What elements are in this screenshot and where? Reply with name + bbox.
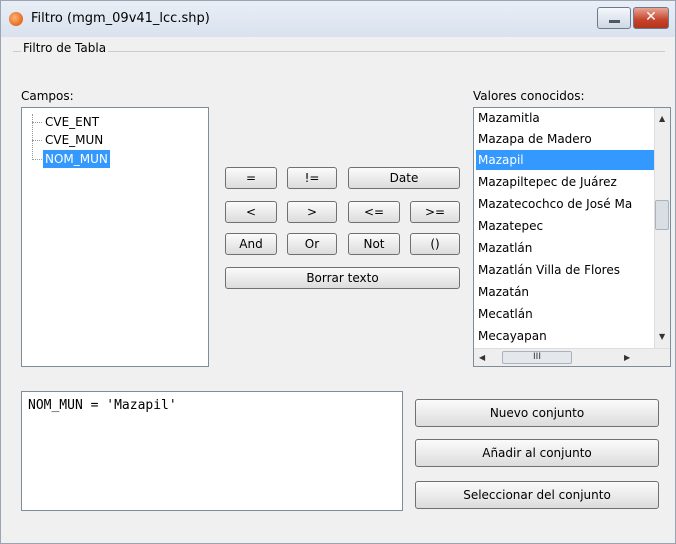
value-item[interactable]: Mazatepec [476, 216, 656, 236]
value-item[interactable]: Mazapa de Madero [476, 129, 656, 149]
and-button[interactable]: And [225, 233, 277, 255]
values-label: Valores conocidos: [473, 89, 585, 103]
value-item[interactable]: Mazatecochco de José Ma [476, 194, 656, 214]
vertical-scroll-thumb[interactable] [655, 200, 669, 230]
fields-label: Campos: [21, 89, 74, 103]
field-item-nom-mun[interactable]: NOM_MUN [43, 150, 110, 168]
parentheses-button[interactable]: () [410, 233, 460, 255]
query-textarea[interactable]: NOM_MUN = 'Mazapil' [21, 391, 403, 511]
add-to-set-button[interactable]: Añadir al conjunto [415, 439, 659, 467]
tree-branch [32, 159, 42, 161]
field-item-cve-mun[interactable]: CVE_MUN [43, 131, 105, 149]
minimize-button[interactable] [597, 7, 631, 29]
value-item[interactable]: Mecayapan [476, 326, 656, 346]
value-item[interactable]: Mazapiltepec de Juárez [476, 172, 656, 192]
group-divider [13, 51, 665, 52]
greater-equal-button[interactable]: >= [410, 201, 460, 223]
window-title: Filtro (mgm_09v41_lcc.shp) [31, 11, 210, 26]
filter-dialog: Filtro (mgm_09v41_lcc.shp) ✕ Filtro de T… [0, 0, 676, 544]
greater-than-button[interactable]: > [287, 201, 337, 223]
select-from-set-button[interactable]: Seleccionar del conjunto [415, 481, 659, 509]
scroll-right-icon[interactable]: ▶ [624, 353, 630, 362]
horizontal-scrollbar[interactable]: ◀ III ▶ [474, 348, 670, 366]
app-icon [9, 12, 23, 26]
less-than-button[interactable]: < [225, 201, 277, 223]
scroll-left-icon[interactable]: ◀ [479, 353, 485, 362]
known-values-list[interactable]: Mazamitla Mazapa de Madero Mazapil Mazap… [473, 107, 671, 367]
tree-line [32, 114, 34, 160]
tree-branch [32, 140, 42, 142]
new-set-button[interactable]: Nuevo conjunto [415, 399, 659, 427]
not-button[interactable]: Not [348, 233, 400, 255]
less-equal-button[interactable]: <= [348, 201, 400, 223]
scroll-up-icon[interactable]: ▲ [659, 114, 665, 123]
close-icon: ✕ [645, 9, 657, 25]
field-item-cve-ent[interactable]: CVE_ENT [43, 113, 101, 131]
clear-text-button[interactable]: Borrar texto [225, 267, 460, 289]
not-equals-button[interactable]: != [287, 167, 337, 189]
vertical-scrollbar[interactable]: ▲ ▼ [654, 108, 670, 348]
scroll-down-icon[interactable]: ▼ [659, 332, 665, 341]
title-bar: Filtro (mgm_09v41_lcc.shp) ✕ [1, 1, 675, 37]
value-item[interactable]: Mazatán [476, 282, 656, 302]
value-item-selected[interactable]: Mazapil [476, 150, 656, 170]
value-item[interactable]: Mazatlán [476, 238, 656, 258]
tree-branch [32, 122, 42, 124]
or-button[interactable]: Or [287, 233, 337, 255]
value-item[interactable]: Mecatlán [476, 304, 656, 324]
date-button[interactable]: Date [348, 167, 460, 189]
fields-list[interactable]: CVE_ENT CVE_MUN NOM_MUN [21, 107, 209, 367]
horizontal-scroll-thumb[interactable]: III [502, 351, 572, 364]
value-item[interactable]: Mazamitla [476, 108, 656, 128]
close-button[interactable]: ✕ [633, 7, 669, 29]
equals-button[interactable]: = [225, 167, 277, 189]
group-label: Filtro de Tabla [21, 41, 109, 55]
value-item[interactable]: Mazatlán Villa de Flores [476, 260, 656, 280]
